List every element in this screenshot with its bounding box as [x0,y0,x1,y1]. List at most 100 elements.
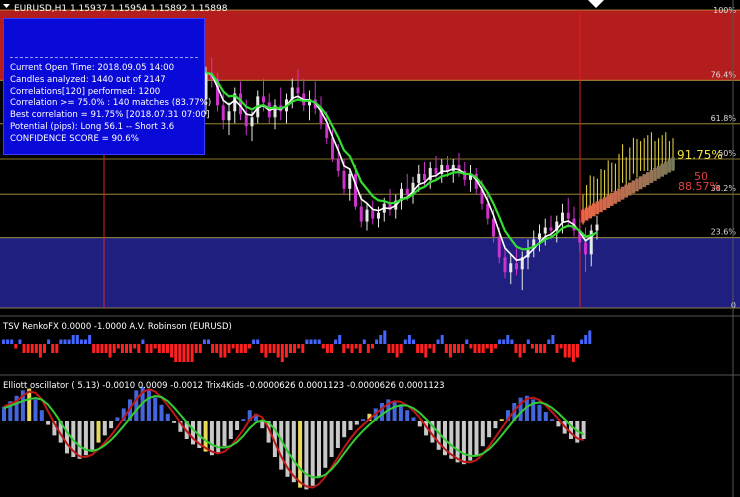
forecast-band-avg [624,184,628,198]
tsv-bar [137,344,141,353]
tsv-bar [526,339,530,344]
tsv-bar [416,344,420,353]
elliott-bar [329,421,334,457]
tsv-bar [293,344,297,353]
forecast-band-avg [588,205,592,219]
tsv-bar [157,344,161,353]
candle-body [486,203,490,219]
elliott-bar [109,421,114,429]
tsv-bar [580,339,584,344]
elliott-bar [474,421,479,456]
tsv-bar [178,344,182,362]
elliott-bar [411,417,416,421]
tsv-bar [371,344,374,349]
elliott-bar [96,421,101,443]
tsv-bar [383,330,387,344]
elliott-bar [487,421,492,438]
tsv-bar [358,344,362,353]
tsv-bar [108,344,112,358]
tsv-bar [264,344,268,358]
elliott-bar [260,421,265,429]
tsv-bar [55,344,59,353]
tsv-bar [584,335,588,344]
tsv-bar [297,344,301,349]
tsv-pane: TSV RenkoFX 0.0000 -1.0000 A.V. Robinson… [2,322,592,362]
candle-body [227,111,231,121]
candle-body [549,227,553,231]
tsv-bar [559,344,563,349]
forecast-band-avg [664,161,668,175]
tsv-bar [494,344,497,349]
tsv-bar [100,344,104,353]
candle-body [509,263,513,273]
candle-body [566,212,570,219]
tsv-bar [219,344,223,358]
elliott-bar [461,421,466,465]
tsv-bar [161,344,165,353]
tsv-bar [260,344,264,353]
tsv-bar [84,339,87,344]
elliott-bar [216,421,221,454]
tsv-bar [256,339,260,344]
elliott-bar [342,421,347,438]
forecast-band-avg [592,203,596,217]
elliott-bar [361,419,366,421]
tsv-bar [207,339,210,344]
tsv-bar [481,344,485,353]
candle-body [244,114,248,127]
elliott-bar [348,421,353,430]
tsv-bar [215,344,219,353]
candle-body [250,117,254,127]
tsv-bar [465,339,469,344]
elliott-bar [392,401,397,421]
tsv-bar [75,335,79,344]
forecast-band-avg [620,186,625,200]
elliott-bar [480,421,485,447]
tsv-bar [576,344,579,358]
tsv-bar [301,344,305,353]
tsv-bar [170,344,174,358]
tsv-bar [145,344,149,353]
candle-body [538,233,541,240]
elliott-bar [354,421,359,425]
elliott-bar [335,421,340,448]
tsv-bar [444,344,448,353]
info-best-correlation: Best correlation = 91.75% [2018.07.31 07… [10,110,210,121]
tsv-bar [403,339,407,344]
elliott-bar [33,399,38,421]
candle-body [359,206,363,222]
tsv-bar [2,339,5,344]
elliott-bar [241,419,246,421]
elliott-bar [543,412,548,421]
tsv-bar [473,344,477,353]
tsv-bar [362,339,366,344]
candle-body [348,173,352,189]
info-lines: Current Open Time: 2018.09.05 14:00 Cand… [10,63,211,146]
elliott-bar [550,419,555,421]
tsv-bar [153,344,157,349]
tsv-bar [321,344,325,349]
tsv-bar [379,335,383,344]
elliott-bar [235,421,240,430]
tsv-bar [276,344,280,358]
elliott-bar [405,410,410,421]
tsv-bar [104,344,108,353]
tsv-bar [428,344,432,349]
forecast-band-avg [642,174,646,188]
forecast-band-avg [671,157,675,171]
elliott-bar [380,403,384,421]
elliott-bar [455,421,460,463]
forecast-band-avg [610,192,614,206]
info-correlation-matches: Correlation >= 75.0% : 140 matches (83.7… [10,98,212,109]
dropdown-triangle-icon[interactable] [3,4,10,8]
info-potential-pips: Potential (pips): Long 56.1 -- Short 3.6 [10,121,175,132]
tsv-bar [453,344,456,353]
forecast-band-avg [631,180,636,194]
shift-marker-icon [588,0,604,8]
candle-body [371,209,375,219]
tsv-bar [387,344,391,353]
elliott-bar [518,397,523,421]
tsv-bar [174,344,178,362]
tsv-bar [350,344,354,353]
elliott-bar [146,390,151,421]
